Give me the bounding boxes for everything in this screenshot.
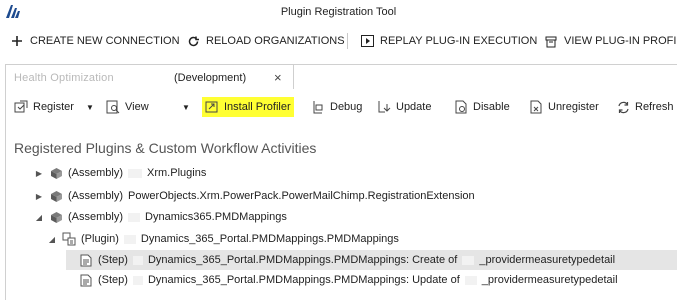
node-kind: (Assembly): [68, 167, 124, 179]
node-kind: (Step): [98, 254, 128, 266]
expand-arrow-icon[interactable]: ▶: [34, 169, 44, 178]
node-name: Dynamics_365_Portal.PMDMappings.PMDMappi…: [140, 233, 399, 245]
node-name: Xrm.Plugins: [147, 167, 207, 179]
node-name: Dynamics_365_Portal.PMDMappings.PMDMappi…: [147, 254, 458, 266]
tree-node-assembly[interactable]: ▶ (Assembly) PowerObjects.Xrm.PowerPack.…: [34, 186, 475, 206]
collapse-arrow-icon[interactable]: ◢: [34, 213, 44, 222]
node-kind: (Plugin): [81, 233, 119, 245]
redacted-text: [128, 212, 141, 222]
tree-node-assembly[interactable]: ◢ (Assembly) Dynamics365.PMDMappings: [34, 207, 287, 227]
node-name-suffix: _providermeasuretypedetail: [481, 274, 618, 286]
redacted-text: [132, 255, 143, 265]
plugin-icon: [62, 232, 76, 246]
assembly-icon: [49, 166, 63, 180]
tree-node-step[interactable]: (Step) Dynamics_365_Portal.PMDMappings.P…: [66, 270, 618, 290]
collapse-arrow-icon[interactable]: ◢: [47, 235, 57, 244]
node-name: Dynamics_365_Portal.PMDMappings.PMDMappi…: [147, 274, 460, 286]
redacted-text: [464, 275, 477, 285]
redacted-text: [132, 275, 143, 285]
tree-node-step[interactable]: (Step) Dynamics_365_Portal.PMDMappings.P…: [66, 250, 677, 270]
node-kind: (Assembly): [68, 211, 124, 223]
node-kind: (Step): [98, 274, 128, 286]
plugin-tree: ▶ (Assembly) Xrm.Plugins ▶ (Assembly) Po…: [0, 0, 677, 300]
assembly-icon: [49, 189, 63, 203]
redacted-text: [123, 234, 136, 244]
tree-node-plugin[interactable]: ◢ (Plugin) Dynamics_365_Portal.PMDMappin…: [47, 229, 399, 249]
node-kind: (Assembly): [68, 190, 124, 202]
step-icon: [79, 273, 93, 287]
redacted-text: [128, 168, 143, 178]
redacted-text: [462, 255, 475, 265]
node-name: Dynamics365.PMDMappings: [145, 211, 287, 223]
assembly-icon: [49, 210, 63, 224]
node-name-suffix: _providermeasuretypedetail: [479, 254, 616, 266]
tree-node-assembly[interactable]: ▶ (Assembly) Xrm.Plugins: [34, 163, 206, 183]
node-name: PowerObjects.Xrm.PowerPack.PowerMailChim…: [128, 190, 475, 202]
expand-arrow-icon[interactable]: ▶: [34, 192, 44, 201]
step-icon: [79, 253, 93, 267]
